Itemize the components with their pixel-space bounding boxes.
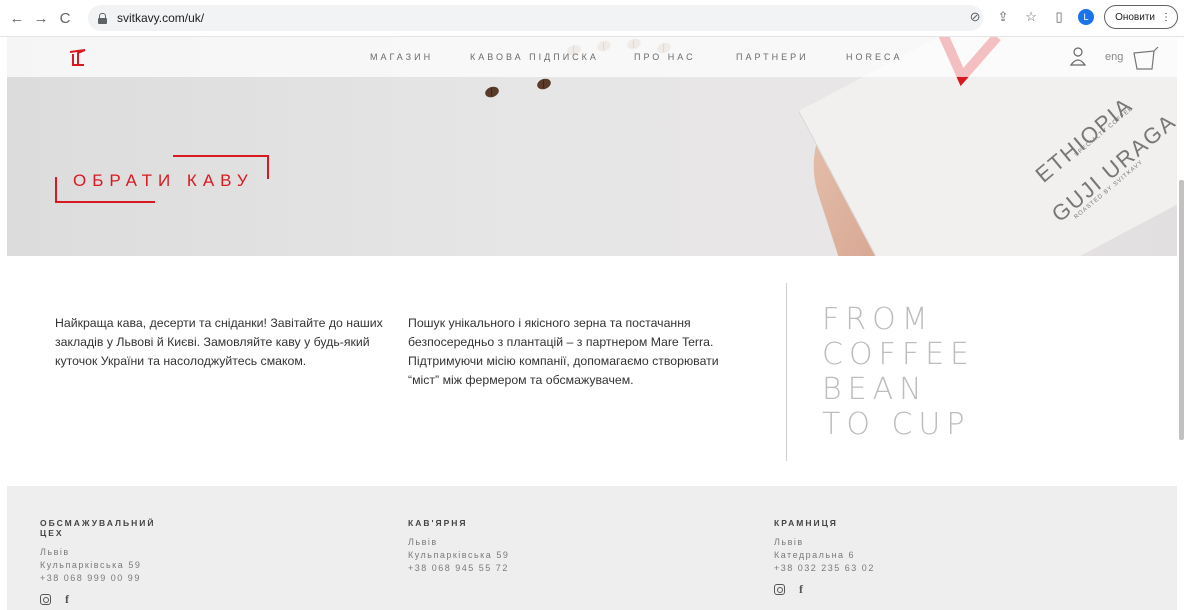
site-footer: ОБСМАЖУВАЛЬНИЙ ЦЕХ Львів Кульпарківська …: [7, 486, 1177, 610]
cta-label: ОБРАТИ КАВУ: [73, 171, 254, 190]
facebook-icon[interactable]: f: [799, 583, 805, 596]
choose-coffee-button[interactable]: ОБРАТИ КАВУ: [55, 155, 273, 211]
tagline-line: BEAN: [822, 372, 928, 407]
footer-city: Львів: [774, 537, 804, 547]
site-logo[interactable]: [68, 49, 86, 67]
footer-heading: ОБСМАЖУВАЛЬНИЙ ЦЕХ: [40, 518, 156, 538]
url-text: svitkavy.com/uk/: [117, 11, 205, 25]
nav-about[interactable]: ПРО НАС: [634, 52, 696, 62]
footer-city: Львів: [40, 547, 70, 557]
nav-subscription[interactable]: КАВОВА ПІДПИСКА: [470, 52, 599, 62]
bookmark-star-icon[interactable]: ☆: [1022, 8, 1040, 26]
intro-text-sourcing: Пошук унікального і якісного зерна та по…: [408, 316, 719, 387]
intro-text-cafes: Найкраща кава, десерти та сніданки! Заві…: [55, 316, 383, 368]
footer-address: Кульпарківська 59: [40, 560, 142, 570]
nav-horeca[interactable]: HORECA: [846, 52, 903, 62]
footer-address: Катедральна 6: [774, 550, 856, 560]
social-links: f: [40, 593, 160, 606]
footer-phone[interactable]: +38 032 235 63 02: [774, 562, 875, 575]
footer-heading: КАВ'ЯРНЯ: [408, 518, 468, 528]
coffee-bean-image: [483, 84, 501, 100]
social-links: f: [774, 583, 875, 596]
tagline: FROM COFFEE BEAN TO CUP: [822, 302, 1022, 442]
nav-partners[interactable]: ПАРТНЕРИ: [736, 52, 809, 62]
share-icon[interactable]: ⇪: [994, 8, 1012, 26]
profile-avatar[interactable]: L: [1078, 9, 1095, 25]
forward-icon[interactable]: →: [30, 7, 52, 29]
coffee-bean-image: [535, 76, 553, 92]
instagram-icon[interactable]: [40, 594, 51, 605]
lens-icon[interactable]: ⊘: [966, 8, 984, 26]
footer-city: Львів: [408, 537, 438, 547]
user-icon[interactable]: [1069, 46, 1087, 66]
facebook-icon[interactable]: f: [65, 593, 71, 606]
footer-phone[interactable]: +38 068 945 55 72: [408, 562, 509, 575]
more-vert-icon: ⋮: [1161, 11, 1171, 23]
footer-cafe: КАВ'ЯРНЯ Львів Кульпарківська 59 +38 068…: [408, 518, 509, 575]
browser-toolbar: ← → C svitkavy.com/uk/ ⊘ ⇪ ☆ ▯ L Оновити…: [0, 0, 1184, 37]
address-bar[interactable]: svitkavy.com/uk/: [88, 5, 983, 31]
cart-icon[interactable]: [1132, 45, 1160, 71]
nav-shop[interactable]: МАГАЗИН: [370, 52, 433, 62]
language-switch[interactable]: eng: [1105, 51, 1123, 63]
footer-shop: КРАМНИЦЯ Львів Катедральна 6 +38 032 235…: [774, 518, 875, 596]
footer-address: Кульпарківська 59: [408, 550, 510, 560]
tagline-line: COFFEE: [822, 337, 975, 372]
lock-icon: [98, 12, 107, 24]
update-label: Оновити: [1115, 11, 1155, 23]
footer-phone[interactable]: +38 068 999 00 99: [40, 572, 160, 585]
footer-heading: КРАМНИЦЯ: [774, 518, 838, 528]
instagram-icon[interactable]: [774, 584, 785, 595]
tagline-line: FROM: [822, 302, 934, 337]
site-header: МАГАЗИН КАВОВА ПІДПИСКА ПРО НАС ПАРТНЕРИ…: [7, 37, 1177, 77]
divider: [786, 283, 787, 461]
side-panel-icon[interactable]: ▯: [1050, 8, 1068, 26]
update-button[interactable]: Оновити ⋮: [1104, 5, 1178, 29]
tagline-line: TO CUP: [822, 407, 971, 442]
back-icon[interactable]: ←: [6, 7, 28, 29]
footer-roastery: ОБСМАЖУВАЛЬНИЙ ЦЕХ Львів Кульпарківська …: [40, 518, 160, 606]
scrollbar-thumb[interactable]: [1179, 180, 1184, 440]
reload-icon[interactable]: C: [54, 7, 76, 29]
